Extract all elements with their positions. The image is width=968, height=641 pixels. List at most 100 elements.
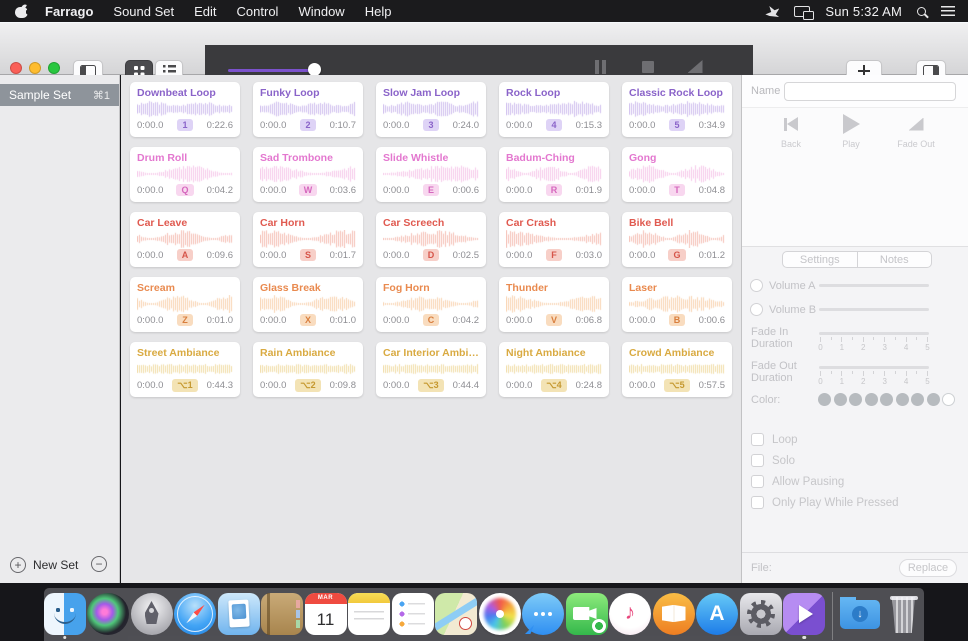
volume-a-slider[interactable] [819, 284, 929, 287]
dock-icon-launchpad[interactable] [130, 593, 173, 635]
master-volume-track[interactable] [228, 69, 316, 72]
color-swatch[interactable] [818, 393, 831, 406]
dock-icon-calendar[interactable]: MAR 11 [304, 593, 347, 635]
color-swatch[interactable] [911, 393, 924, 406]
dock-icon-trash[interactable] [883, 593, 925, 635]
tick-label: 0 [818, 377, 823, 386]
checkbox-only-play-while-pressed[interactable]: Only Play While Pressed [751, 496, 899, 509]
sound-tile[interactable]: Car Screech 0:00.0 D 0:02.5 [376, 212, 486, 267]
sound-tile[interactable]: Car Crash 0:00.0 F 0:03.0 [499, 212, 609, 267]
dock-icon-ibooks[interactable] [652, 593, 695, 635]
sound-name-input[interactable] [784, 82, 956, 101]
sound-tile[interactable]: Car Leave 0:00.0 A 0:09.6 [130, 212, 240, 267]
checkbox-icon[interactable] [751, 496, 764, 509]
dock-icon-itunes[interactable] [609, 593, 651, 635]
color-swatch[interactable] [942, 393, 955, 406]
zoom-window-button[interactable] [48, 62, 60, 74]
dock-icon-maps[interactable] [435, 593, 477, 635]
sound-title: Drum Roll [137, 152, 188, 164]
checkbox-solo[interactable]: Solo [751, 454, 899, 467]
sound-tile[interactable]: Rain Ambiance 0:00.0 ⌥2 0:09.8 [253, 342, 363, 397]
sound-tile[interactable]: Badum-Ching 0:00.0 R 0:01.9 [499, 147, 609, 202]
dock-icon-farrago[interactable] [783, 593, 825, 639]
sound-tile[interactable]: Gong 0:00.0 T 0:04.8 [622, 147, 732, 202]
sound-tile[interactable]: Slide Whistle 0:00.0 E 0:00.6 [376, 147, 486, 202]
menu-help[interactable]: Help [355, 4, 402, 19]
sound-tile[interactable]: Funky Loop 0:00.0 2 0:10.7 [253, 82, 363, 137]
sound-tile[interactable]: Classic Rock Loop 0:00.0 5 0:34.9 [622, 82, 732, 137]
color-swatch[interactable] [833, 393, 847, 406]
dock-icon-siri[interactable] [87, 593, 129, 635]
dock-icon-messages[interactable] [522, 593, 564, 635]
sound-start-time: 0:00.0 [260, 314, 287, 326]
fade-out-button[interactable]: Fade Out [888, 113, 944, 149]
dock-icon-appstore[interactable] [696, 593, 738, 635]
sound-tile[interactable]: Bike Bell 0:00.0 G 0:01.2 [622, 212, 732, 267]
checkbox-icon[interactable] [751, 454, 764, 467]
minimize-window-button[interactable] [29, 62, 41, 74]
color-swatch[interactable] [880, 393, 893, 406]
displays-icon[interactable] [794, 5, 815, 20]
menu-window[interactable]: Window [288, 4, 354, 19]
dock-icon-safari[interactable] [174, 593, 216, 635]
volume-b-slider[interactable] [819, 308, 929, 311]
sound-tile[interactable]: Street Ambiance 0:00.0 ⌥1 0:44.3 [130, 342, 240, 397]
close-window-button[interactable] [10, 62, 22, 74]
sound-tile[interactable]: Thunder 0:00.0 V 0:06.8 [499, 277, 609, 332]
dock-icon-downloads[interactable] [839, 593, 881, 635]
menu-sound-set[interactable]: Sound Set [103, 4, 184, 19]
sound-hotkey-badge: 4 [546, 119, 562, 131]
sound-tile[interactable]: Drum Roll 0:00.0 Q 0:04.2 [130, 147, 240, 202]
color-swatch[interactable] [864, 393, 878, 406]
sound-duration: 0:03.0 [575, 249, 602, 261]
fade-in-duration-slider[interactable]: 0 1 2 3 4 5 [818, 326, 930, 356]
back-button[interactable]: Back [763, 113, 819, 149]
menubar-clock[interactable]: Sun 5:32 AM [825, 4, 902, 19]
sound-tile[interactable]: Downbeat Loop 0:00.0 1 0:22.6 [130, 82, 240, 137]
color-swatch[interactable] [849, 393, 862, 406]
color-swatch[interactable] [926, 393, 940, 406]
menu-edit[interactable]: Edit [184, 4, 226, 19]
tab-notes[interactable]: Notes [856, 252, 932, 267]
menubar-app-name[interactable]: Farrago [35, 4, 103, 19]
dock-icon-mail[interactable] [217, 593, 260, 635]
checkbox-allow-pausing[interactable]: Allow Pausing [751, 475, 899, 488]
dock-icon-finder[interactable] [43, 593, 86, 639]
color-swatch[interactable] [895, 393, 909, 406]
dock-icon-sysprefs[interactable] [739, 593, 782, 635]
sound-tile[interactable]: Sad Trombone 0:00.0 W 0:03.6 [253, 147, 363, 202]
dock-icon-contacts[interactable] [261, 593, 303, 635]
checkbox-icon[interactable] [751, 433, 764, 446]
replace-button[interactable]: Replace [899, 559, 957, 577]
sound-tile[interactable]: Fog Horn 0:00.0 C 0:04.2 [376, 277, 486, 332]
fade-out-duration-slider[interactable]: 0 1 2 3 4 5 [818, 360, 930, 390]
play-button[interactable]: Play [823, 113, 879, 149]
sound-tile[interactable]: Car Horn 0:00.0 S 0:01.7 [253, 212, 363, 267]
menubar-extra-icon[interactable] [765, 5, 780, 17]
sound-tile[interactable]: Glass Break 0:00.0 X 0:01.0 [253, 277, 363, 332]
sound-tile[interactable]: Slow Jam Loop 0:00.0 3 0:24.0 [376, 82, 486, 137]
sound-tile[interactable]: Car Interior Ambi… 0:00.0 ⌥3 0:44.4 [376, 342, 486, 397]
dock-icon-reminders[interactable] [391, 593, 434, 635]
sound-tile[interactable]: Night Ambiance 0:00.0 ⌥4 0:24.8 [499, 342, 609, 397]
dock-icon-notes[interactable] [348, 593, 390, 635]
search-icon[interactable] [917, 6, 926, 16]
tab-settings[interactable]: Settings [783, 252, 857, 267]
notification-center-icon[interactable] [941, 6, 955, 16]
checkbox-loop[interactable]: Loop [751, 433, 899, 446]
new-set-button[interactable]: + New Set [10, 557, 78, 573]
menu-control[interactable]: Control [227, 4, 289, 19]
dock-icon-photos[interactable] [478, 593, 521, 635]
sound-tile[interactable]: Laser 0:00.0 B 0:00.6 [622, 277, 732, 332]
sound-tile[interactable]: Scream 0:00.0 Z 0:01.0 [130, 277, 240, 332]
dock-icon-facetime[interactable] [565, 593, 608, 635]
remove-set-button[interactable]: − [91, 556, 107, 572]
volume-a-radio[interactable] [750, 279, 763, 292]
sidebar-item-sample-set[interactable]: Sample Set ⌘1 [0, 84, 119, 106]
volume-b-radio[interactable] [750, 303, 763, 316]
sound-tile[interactable]: Rock Loop 0:00.0 4 0:15.3 [499, 82, 609, 137]
sound-tile[interactable]: Crowd Ambiance 0:00.0 ⌥5 0:57.5 [622, 342, 732, 397]
apple-menu-icon[interactable] [15, 4, 28, 18]
sound-hotkey-badge: S [299, 249, 316, 261]
checkbox-icon[interactable] [751, 475, 764, 488]
